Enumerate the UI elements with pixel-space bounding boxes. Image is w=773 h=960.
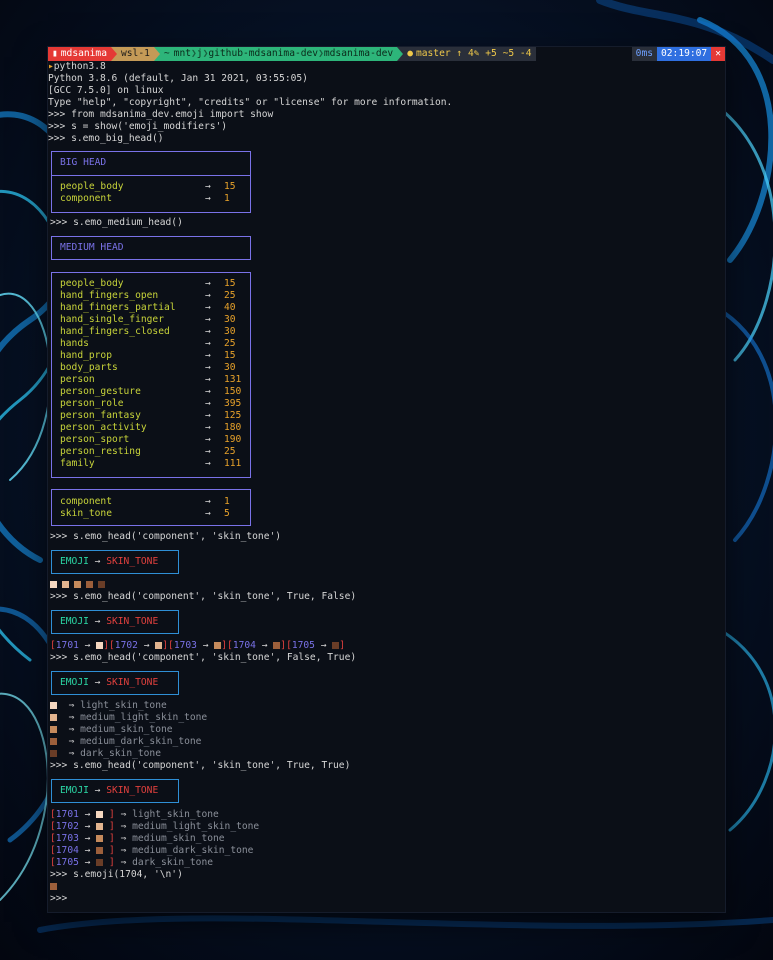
- emoji-head-box: EMOJI → SKIN_TONE: [51, 671, 179, 695]
- component-box: component → 1 skin_tone → 5: [51, 489, 251, 526]
- skin-tone-swatch: [62, 581, 69, 588]
- list-item: ⇒ dark_skin_tone: [50, 748, 207, 760]
- list-item: person_activity → 180: [60, 422, 242, 433]
- list-item: ⇒ light_skin_tone: [50, 700, 207, 712]
- prompt-duration: 0ms: [631, 47, 657, 61]
- list-item: person → 131: [60, 374, 242, 385]
- list-item: ⇒ medium_skin_tone: [50, 724, 207, 736]
- list-item: ⇒ medium_dark_skin_tone: [50, 736, 207, 748]
- list-item: person_role → 395: [60, 398, 242, 409]
- emoji-output: [50, 881, 57, 893]
- big-head-title: BIG HEAD: [60, 157, 107, 168]
- skin-tone-swatch: [96, 811, 104, 818]
- skin-tone-swatch: [96, 847, 104, 854]
- list-item: person_resting → 25: [60, 446, 236, 457]
- list-item: hand_fingers_partial → 40: [60, 302, 236, 313]
- skin-tone-swatch: [50, 702, 57, 709]
- list-item: hand_fingers_closed → 30: [60, 326, 236, 337]
- skin-tone-swatch: [98, 581, 105, 588]
- skin-tone-swatch: [96, 859, 104, 866]
- skin-tone-swatch: [50, 714, 57, 721]
- list-item: hand_single_finger → 30: [60, 314, 236, 325]
- skin-tone-swatch: [74, 581, 81, 588]
- big-head-box: BIG HEAD people_body → 15 component → 1: [51, 151, 251, 213]
- list-item: person_sport → 190: [60, 434, 242, 445]
- list-item: people_body → 15: [60, 278, 236, 289]
- emoji-head-box: EMOJI → SKIN_TONE: [51, 779, 179, 803]
- list-item: person_gesture → 150: [60, 386, 242, 397]
- skin-tone-full-list: [1701 → ] ⇒ light_skin_tone [1702 → ] ⇒ m…: [50, 809, 259, 869]
- medium-head-rows: people_body → 15 hand_fingers_open → 25 hand_f…: [60, 278, 245, 470]
- prompt-clock: 02:19:07: [657, 47, 712, 61]
- skin-tone-swatch: [50, 883, 57, 890]
- skin-tone-swatch: [96, 823, 104, 830]
- component-rows: component → 1 skin_tone → 5: [60, 496, 245, 520]
- prompt-path: ~ mnt ❯ j ❯ github-mdsanima-dev ❯ mdsani…: [159, 47, 398, 61]
- skin-tone-code-row: [1701 → ][1702 → ][1703 → ][1704 → ][170…: [50, 640, 345, 652]
- list-item: [1701 → ] ⇒ light_skin_tone: [50, 809, 219, 820]
- terminal-window[interactable]: ▮ mdsanima wsl-1 ~ mnt ❯ j ❯ github-mdsa…: [48, 47, 725, 912]
- list-item: [1702 → ] ⇒ medium_light_skin_tone: [50, 821, 260, 832]
- prompt-status: ✕: [711, 47, 725, 61]
- prompt-git-status: ● master ↑ 4✎ +5 ~5 -4: [403, 47, 536, 61]
- list-item: component → 1: [60, 496, 230, 507]
- shell-prompt-bar: ▮ mdsanima wsl-1 ~ mnt ❯ j ❯ github-mdsa…: [48, 47, 725, 61]
- skin-tone-swatches: [50, 579, 110, 591]
- skin-tone-swatch: [50, 750, 57, 757]
- error-icon: ✕: [715, 48, 721, 59]
- list-item: hand_fingers_open → 25: [60, 290, 236, 301]
- linux-icon: ▮: [52, 48, 58, 59]
- skin-tone-code: [1703 → ]: [168, 640, 228, 651]
- command-line: ▸python3.8: [48, 61, 106, 72]
- skin-tone-swatch: [86, 581, 93, 588]
- emoji-head-box: EMOJI → SKIN_TONE: [51, 610, 179, 634]
- list-item: [1705 → ] ⇒ dark_skin_tone: [50, 857, 214, 868]
- input-prompt[interactable]: >>>: [50, 893, 67, 905]
- prompt-user: ▮ mdsanima: [48, 47, 111, 61]
- list-item: [1704 → ] ⇒ medium_dark_skin_tone: [50, 845, 254, 856]
- skin-tone-swatch: [50, 581, 57, 588]
- list-item: hands → 25: [60, 338, 236, 349]
- big-head-rows: people_body → 15 component → 1: [60, 181, 236, 204]
- github-icon: ●: [407, 48, 413, 59]
- skin-tone-code: [1705 → ]: [286, 640, 346, 651]
- list-item: family → 111: [60, 458, 242, 469]
- list-item: hand_prop → 15: [60, 350, 236, 361]
- list-item: ⇒ medium_light_skin_tone: [50, 712, 207, 724]
- skin-tone-swatch: [96, 835, 104, 842]
- prompt-host: wsl-1: [117, 47, 154, 61]
- list-item: person_fantasy → 125: [60, 410, 242, 421]
- skin-tone-swatch: [50, 726, 57, 733]
- medium-head-title-box: MEDIUM HEAD: [51, 236, 251, 260]
- skin-tone-code: [1701 → ]: [50, 640, 110, 651]
- medium-head-rows-box: people_body → 15 hand_fingers_open → 25 hand_f…: [51, 272, 251, 478]
- skin-tone-code: [1702 → ]: [109, 640, 169, 651]
- list-item: body_parts → 30: [60, 362, 236, 373]
- list-item: skin_tone → 5: [60, 508, 230, 519]
- terminal-output: ▸python3.8 Python 3.8.6 (default, Jan 31…: [48, 61, 725, 145]
- skin-tone-name-list: ⇒ light_skin_tone ⇒ medium_light_skin_to…: [50, 700, 207, 760]
- home-icon: ~: [163, 48, 170, 59]
- emoji-head-box: EMOJI → SKIN_TONE: [51, 550, 179, 574]
- skin-tone-code: [1704 → ]: [227, 640, 287, 651]
- list-item: [1703 → ] ⇒ medium_skin_tone: [50, 833, 225, 844]
- skin-tone-swatch: [50, 738, 57, 745]
